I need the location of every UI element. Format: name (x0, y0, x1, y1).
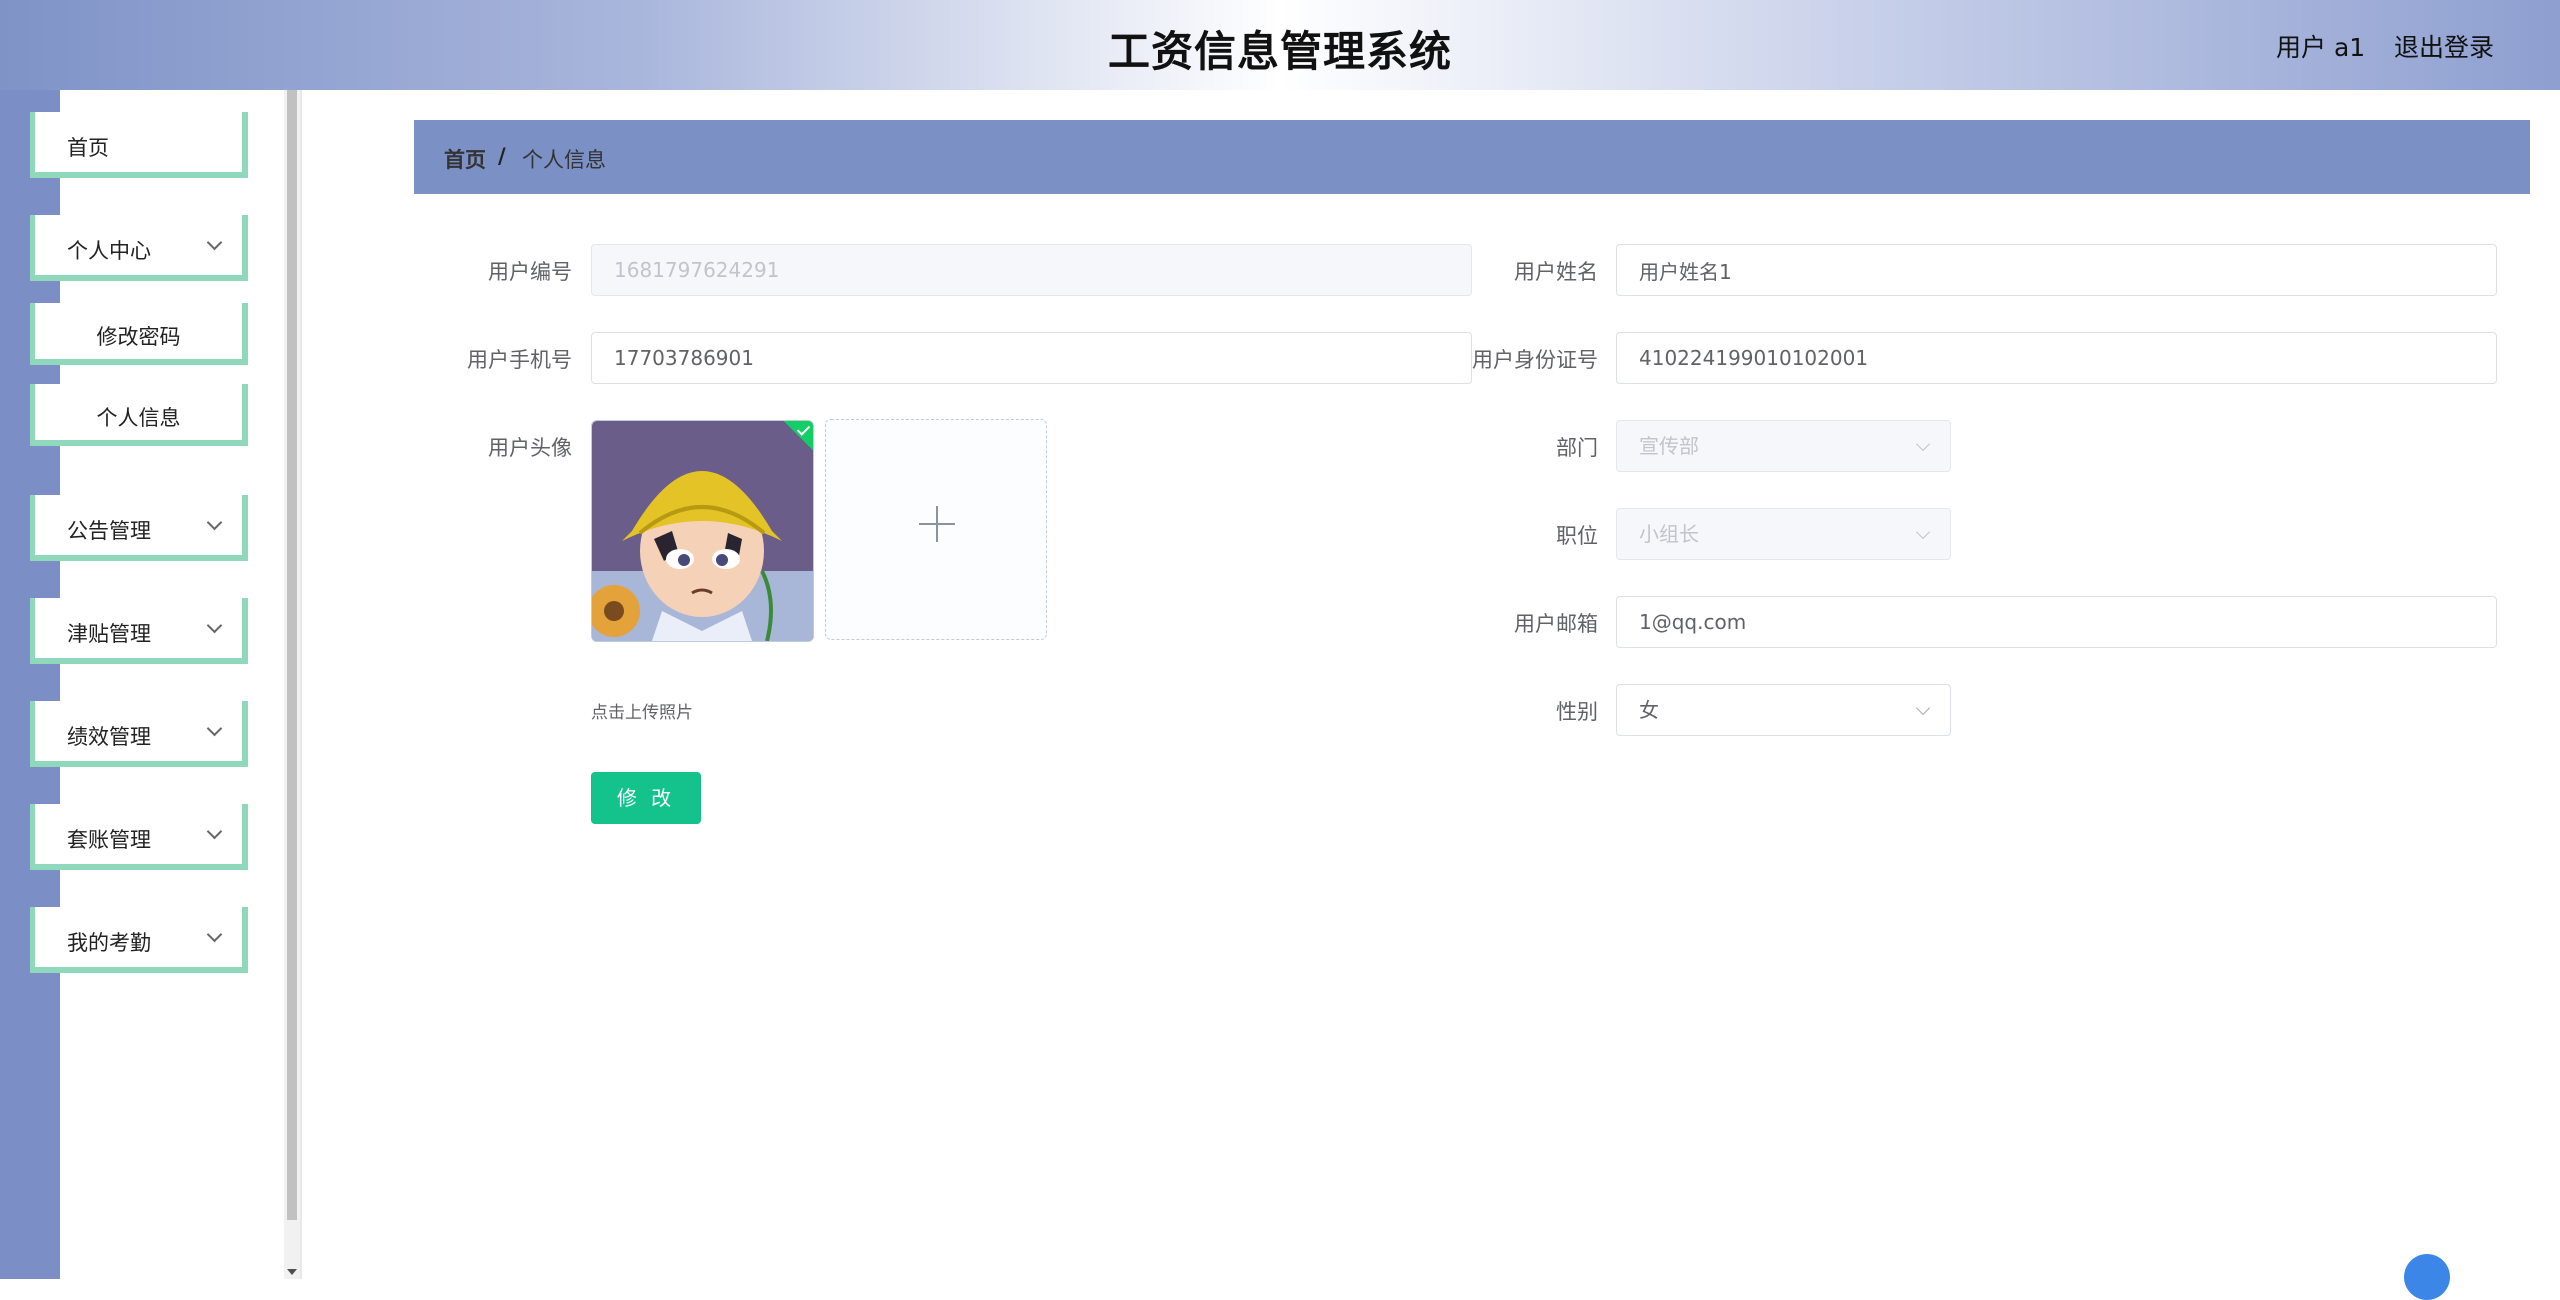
gender-value: 女 (1639, 698, 1659, 722)
sidebar-item-performance[interactable]: 绩效管理 (30, 701, 248, 767)
avatar-illustration (592, 421, 813, 641)
upload-tip: 点击上传照片 (591, 703, 693, 723)
gender-label: 性别 (1556, 700, 1598, 724)
avatar-upload-button[interactable] (825, 419, 1047, 640)
department-label: 部门 (1556, 436, 1598, 460)
scrollbar-thumb[interactable] (287, 90, 297, 1220)
department-select: 宣传部 (1616, 420, 1951, 472)
app-header: 工资信息管理系统 用户 a1 退出登录 (0, 0, 2560, 90)
chevron-down-icon (206, 514, 223, 531)
sidebar-subitem-change-password[interactable]: 修改密码 (30, 303, 248, 365)
logout-link[interactable]: 退出登录 (2394, 28, 2494, 64)
sidebar-item-label: 套账管理 (67, 828, 151, 852)
sidebar-subitem-label: 修改密码 (96, 325, 181, 349)
user-name-label: 用户姓名 (1514, 260, 1598, 284)
phone-input[interactable] (591, 332, 1472, 384)
breadcrumb: 首页 / 个人信息 (414, 120, 2530, 194)
scroll-down-arrow-icon[interactable] (287, 1269, 297, 1275)
sidebar-item-allowances[interactable]: 津贴管理 (30, 598, 248, 664)
user-id-label: 用户编号 (488, 260, 572, 284)
sidebar-item-label: 我的考勤 (67, 931, 151, 955)
sidebar-divider (300, 90, 302, 1279)
chevron-down-icon (1915, 436, 1931, 452)
sidebar-item-label: 公告管理 (67, 519, 151, 543)
chevron-down-icon (206, 617, 223, 634)
email-input[interactable] (1616, 596, 2497, 648)
avatar-label: 用户头像 (488, 436, 572, 460)
sidebar-item-label: 个人中心 (67, 239, 151, 263)
position-label: 职位 (1556, 524, 1598, 548)
department-value: 宣传部 (1639, 434, 1699, 458)
current-user-label: 用户 a1 (2276, 33, 2366, 62)
floating-chat-button[interactable] (2404, 1254, 2450, 1300)
position-select: 小组长 (1616, 508, 1951, 560)
position-value: 小组长 (1639, 522, 1699, 546)
sidebar-item-ledger[interactable]: 套账管理 (30, 804, 248, 870)
sidebar-item-announcements[interactable]: 公告管理 (30, 495, 248, 561)
user-name-input[interactable] (1616, 244, 2497, 296)
breadcrumb-current: 个人信息 (522, 148, 606, 172)
sidebar-subitem-personal-info[interactable]: 个人信息 (30, 384, 248, 446)
sidebar-scrollbar[interactable] (284, 90, 300, 1279)
chevron-down-icon (206, 926, 223, 943)
chevron-down-icon (206, 234, 223, 251)
plus-icon-vertical (936, 506, 938, 542)
breadcrumb-separator: / (498, 144, 506, 168)
chevron-down-icon (1915, 524, 1931, 540)
app-title: 工资信息管理系统 (1107, 27, 1452, 76)
submit-button[interactable]: 修 改 (591, 772, 701, 824)
user-id-input (591, 244, 1472, 296)
sidebar-item-label: 绩效管理 (67, 725, 151, 749)
gender-select[interactable]: 女 (1616, 684, 1951, 736)
sidebar-item-label: 首页 (67, 136, 109, 160)
breadcrumb-home[interactable]: 首页 (444, 144, 486, 174)
chevron-down-icon (206, 823, 223, 840)
phone-label: 用户手机号 (467, 348, 572, 372)
email-label: 用户邮箱 (1514, 612, 1598, 636)
chevron-down-icon (1915, 700, 1931, 716)
sidebar-subitem-label: 个人信息 (96, 406, 181, 430)
sidebar-item-attendance[interactable]: 我的考勤 (30, 907, 248, 973)
sidebar-item-label: 津贴管理 (67, 622, 151, 646)
sidebar-item-personal-center[interactable]: 个人中心 (30, 215, 248, 281)
id-card-input[interactable] (1616, 332, 2497, 384)
avatar-image[interactable] (591, 420, 814, 642)
sidebar-item-home[interactable]: 首页 (30, 112, 248, 178)
chevron-down-icon (206, 720, 223, 737)
id-card-label: 用户身份证号 (1472, 348, 1598, 372)
